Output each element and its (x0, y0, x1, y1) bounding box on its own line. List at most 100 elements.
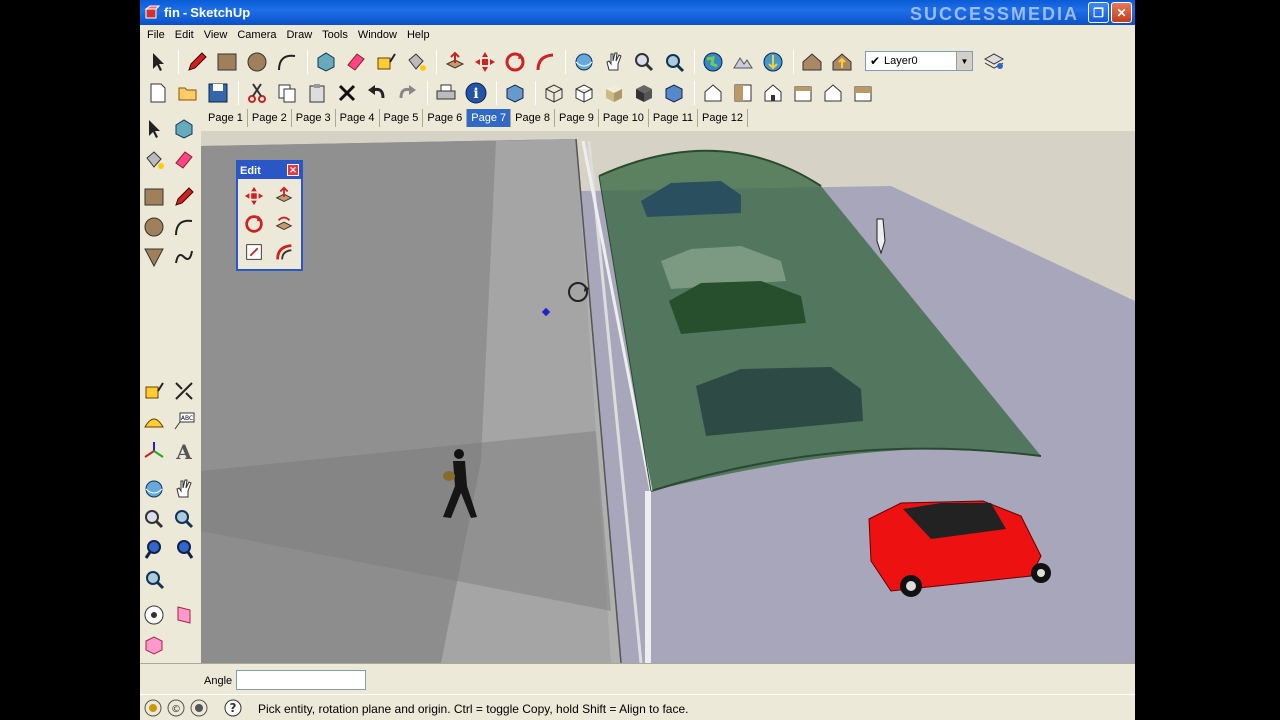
restore-button[interactable]: ❐ (1088, 2, 1109, 23)
tab-page-11[interactable]: Page 11 (649, 109, 699, 127)
move-tool-button[interactable] (240, 183, 268, 209)
rectangle-tool-button[interactable] (140, 183, 168, 211)
tab-page-2[interactable]: Page 2 (248, 109, 292, 127)
vcb-input[interactable] (236, 670, 366, 690)
wireframe-button[interactable] (540, 79, 568, 107)
left-view-button[interactable] (849, 79, 877, 107)
offset-tool-button[interactable] (270, 239, 298, 265)
top-view-button[interactable] (729, 79, 757, 107)
redo-button[interactable] (393, 79, 421, 107)
close-window-button[interactable]: ✕ (1111, 2, 1132, 23)
line-tool-button[interactable] (170, 183, 198, 211)
close-icon[interactable]: ✕ (287, 164, 299, 176)
edit-toolbar-titlebar[interactable]: Edit ✕ (238, 162, 301, 179)
shaded-button[interactable] (600, 79, 628, 107)
copy-button[interactable] (273, 79, 301, 107)
3d-text-button[interactable]: A (170, 437, 198, 465)
pan-tool-button[interactable] (170, 475, 198, 503)
protractor-button[interactable] (140, 407, 168, 435)
position-camera-button[interactable] (140, 601, 168, 629)
zoom-window-button[interactable] (170, 505, 198, 533)
help-question-icon[interactable]: ? (223, 698, 243, 718)
zoom-extents-button[interactable] (140, 565, 168, 593)
previous-view-button[interactable] (140, 535, 168, 563)
select-tool-button[interactable] (140, 115, 168, 143)
scale-tool-button[interactable] (240, 239, 268, 265)
model-info-button[interactable]: i (462, 79, 490, 107)
undo-button[interactable] (363, 79, 391, 107)
paint-bucket-button[interactable] (140, 146, 168, 174)
eraser-tool-button[interactable] (170, 146, 198, 174)
user-icon[interactable] (189, 698, 209, 718)
erase-button[interactable] (333, 79, 361, 107)
orbit-tool-button[interactable] (140, 475, 168, 503)
front-view-button[interactable] (759, 79, 787, 107)
menu-draw[interactable]: Draw (281, 29, 317, 41)
share-model-button[interactable] (828, 48, 856, 76)
tab-page-8[interactable]: Page 8 (511, 109, 555, 127)
place-model-button[interactable] (759, 48, 787, 76)
tab-page-6[interactable]: Page 6 (423, 109, 468, 127)
tape-measure-button[interactable] (140, 377, 168, 405)
zoom-tool-button[interactable] (630, 48, 658, 76)
get-models-button[interactable] (798, 48, 826, 76)
make-component-button[interactable] (312, 48, 340, 76)
back-view-button[interactable] (819, 79, 847, 107)
menu-edit[interactable]: Edit (170, 29, 199, 41)
text-tool-button[interactable]: ABC (170, 407, 198, 435)
tab-page-7[interactable]: Page 7 (467, 109, 512, 127)
tab-page-5[interactable]: Page 5 (380, 109, 424, 127)
next-view-button[interactable] (170, 535, 198, 563)
circle-tool-button[interactable] (140, 213, 168, 241)
model-viewport[interactable]: Edit ✕ (201, 131, 1135, 663)
walk-tool-button[interactable] (140, 631, 168, 659)
arc-tool-button[interactable] (170, 213, 198, 241)
chevron-down-icon[interactable]: ▼ (956, 52, 972, 70)
tab-page-10[interactable]: Page 10 (599, 109, 649, 127)
layer-manager-button[interactable] (980, 47, 1008, 75)
tab-page-1[interactable]: Page 1 (204, 109, 248, 127)
tab-page-3[interactable]: Page 3 (292, 109, 336, 127)
menu-file[interactable]: File (142, 29, 170, 41)
make-component-button[interactable] (170, 115, 198, 143)
circle-tool-button[interactable] (243, 48, 271, 76)
tab-page-12[interactable]: Page 12 (698, 109, 749, 127)
orbit-tool-button[interactable] (570, 48, 598, 76)
layer-dropdown[interactable]: ✔ Layer0 ▼ (865, 51, 973, 71)
tape-measure-button[interactable] (372, 48, 400, 76)
arc-tool-button[interactable] (273, 48, 301, 76)
menu-tools[interactable]: Tools (317, 29, 353, 41)
dimension-tool-button[interactable] (170, 377, 198, 405)
eraser-tool-button[interactable] (342, 48, 370, 76)
credits-icon[interactable]: © (166, 698, 186, 718)
line-tool-button[interactable] (183, 48, 211, 76)
section-plane-button[interactable] (170, 601, 198, 629)
geo-location-icon[interactable] (143, 698, 163, 718)
print-button[interactable] (432, 79, 460, 107)
xray-view-button[interactable] (501, 79, 529, 107)
toggle-terrain-button[interactable] (729, 48, 757, 76)
select-tool-button[interactable] (144, 48, 172, 76)
polygon-tool-button[interactable] (140, 243, 168, 271)
push-pull-button[interactable] (441, 48, 469, 76)
pan-tool-button[interactable] (600, 48, 628, 76)
zoom-extents-button[interactable] (660, 48, 688, 76)
menu-help[interactable]: Help (402, 29, 435, 41)
rotate-tool-button[interactable] (240, 211, 268, 237)
move-tool-button[interactable] (471, 48, 499, 76)
paint-bucket-button[interactable] (402, 48, 430, 76)
follow-me-button[interactable] (531, 48, 559, 76)
monochrome-button[interactable] (660, 79, 688, 107)
new-file-button[interactable] (144, 79, 172, 107)
rectangle-tool-button[interactable] (213, 48, 241, 76)
tab-page-4[interactable]: Page 4 (336, 109, 380, 127)
rotate-tool-button[interactable] (501, 48, 529, 76)
paste-button[interactable] (303, 79, 331, 107)
iso-view-button[interactable] (699, 79, 727, 107)
hidden-line-button[interactable] (570, 79, 598, 107)
zoom-tool-button[interactable] (140, 505, 168, 533)
menu-camera[interactable]: Camera (232, 29, 281, 41)
follow-me-button[interactable] (270, 211, 298, 237)
freehand-tool-button[interactable] (170, 243, 198, 271)
cut-button[interactable] (243, 79, 271, 107)
